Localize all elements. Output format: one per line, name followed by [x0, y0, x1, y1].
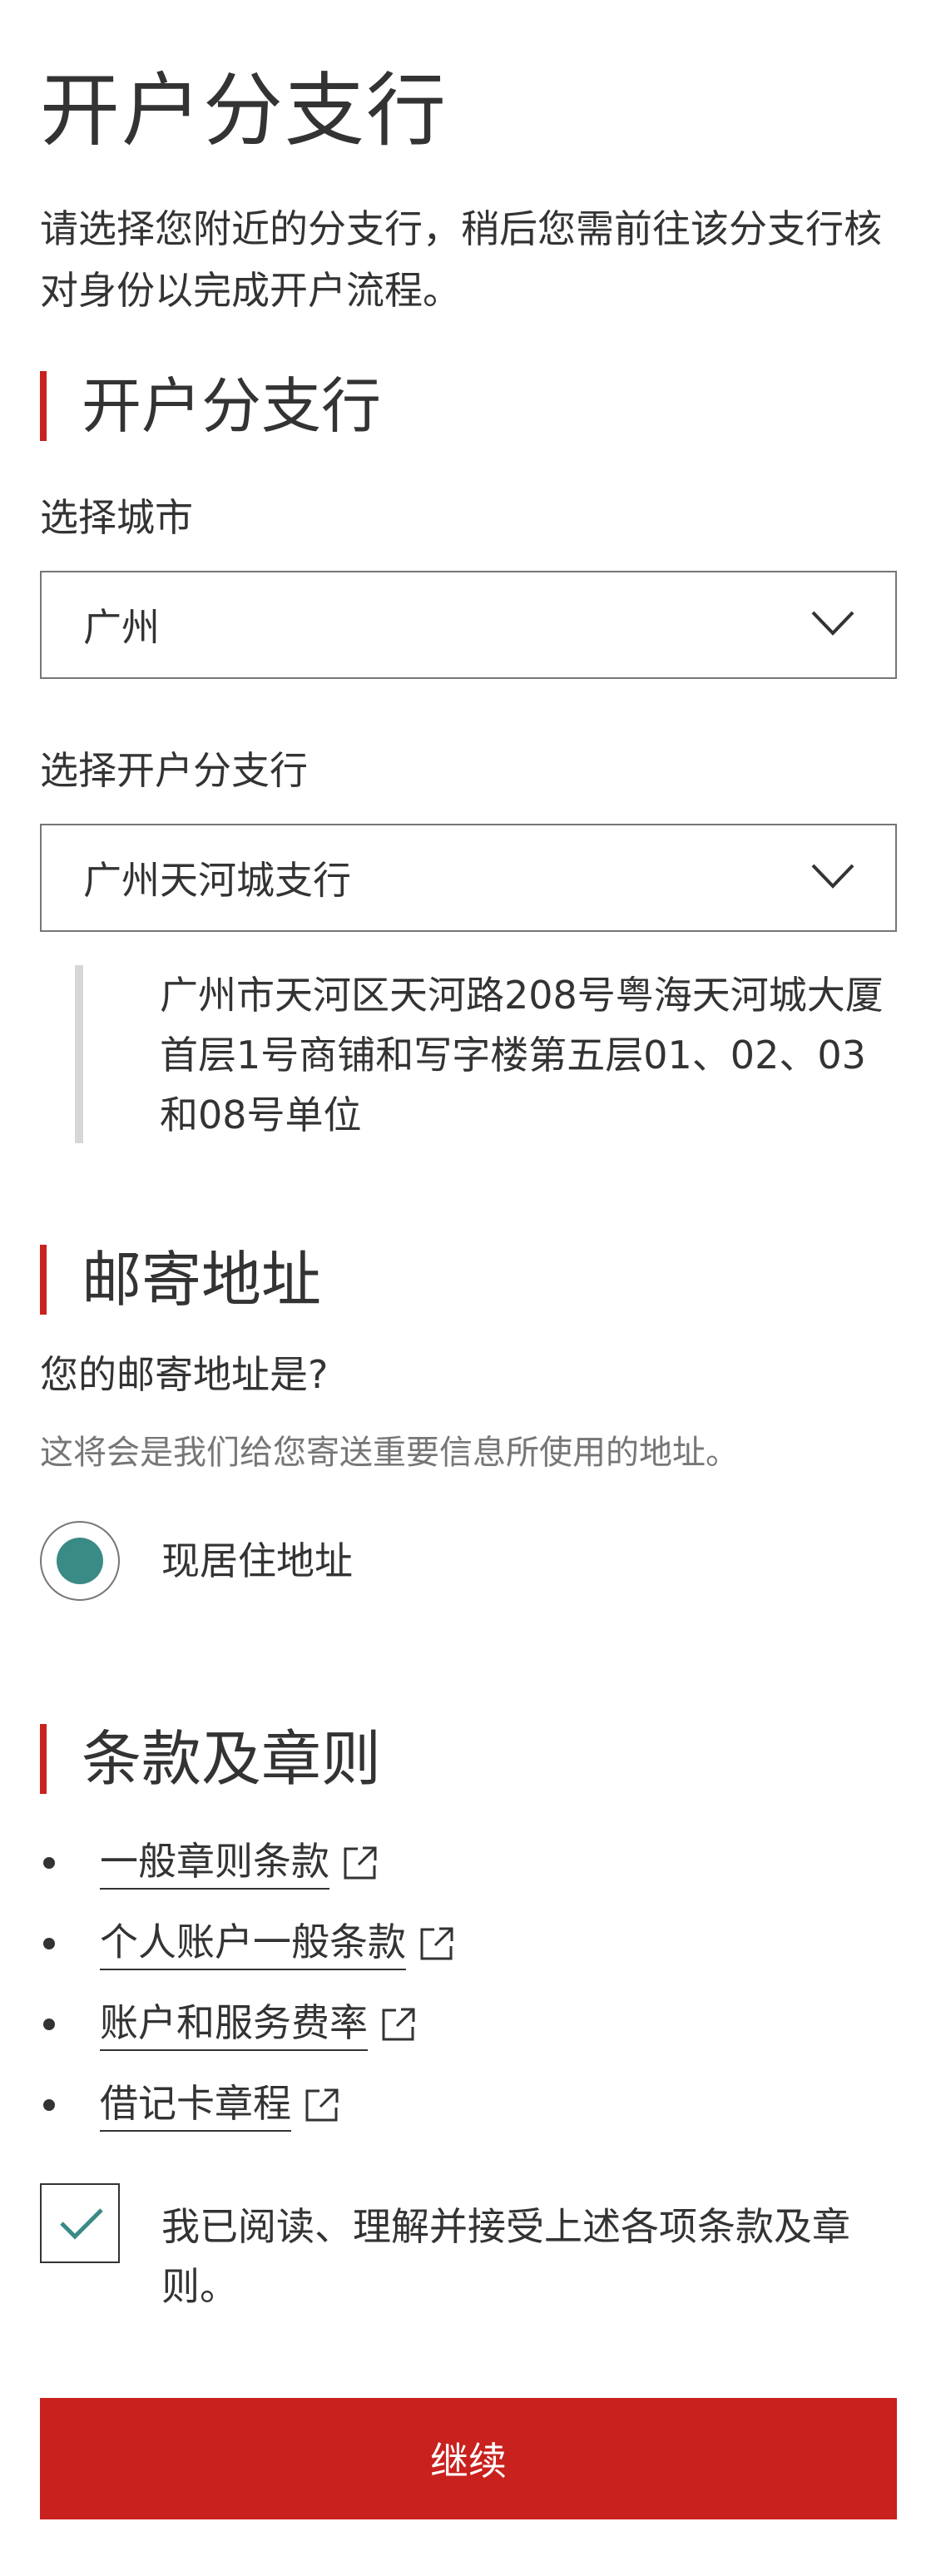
- intro-text: 请选择您附近的分支行，稍后您需前往该分支行核对身份以完成开户流程。: [40, 206, 882, 313]
- general-terms-link[interactable]: 一般章则条款: [100, 1836, 329, 1890]
- mailing-question: 您的邮寄地址是?: [40, 1352, 329, 1397]
- list-item: 个人账户一般条款: [40, 1903, 897, 1984]
- page-title: 开户分支行: [40, 64, 448, 157]
- bullet: [43, 1937, 55, 1949]
- external-link-icon[interactable]: [418, 1925, 456, 1963]
- current-address-radio[interactable]: [40, 1521, 120, 1601]
- branch-address: 广州市天河区天河路208号粤海天河城大厦首层1号商铺和写字楼第五层01、02、0…: [75, 965, 890, 1143]
- bullet: [43, 2018, 55, 2030]
- branch-select-value: 广州天河城支行: [83, 858, 351, 903]
- city-select[interactable]: 广州: [40, 571, 897, 679]
- agree-terms-label[interactable]: 我已阅读、理解并接受上述各项条款及章则。: [161, 2197, 894, 2316]
- account-opening-page: 开户分支行 请选择您附近的分支行，稍后您需前往该分支行核对身份以完成开户流程。 …: [0, 0, 936, 2576]
- city-select-value: 广州: [83, 605, 160, 650]
- radio-selected-dot: [57, 1538, 103, 1584]
- external-link-icon[interactable]: [341, 1844, 379, 1882]
- fees-link[interactable]: 账户和服务费率: [100, 1998, 368, 2051]
- mailing-hint: 这将会是我们给您寄送重要信息所使用的地址。: [40, 1434, 739, 1472]
- chevron-down-icon: [811, 611, 854, 636]
- checkmark-icon: [60, 2208, 103, 2240]
- debit-card-terms-link[interactable]: 借记卡章程: [100, 2078, 291, 2132]
- terms-list: 一般章则条款 个人账户一般条款 账户和服务费率 借记卡章程: [40, 1822, 897, 2145]
- continue-button[interactable]: 继续: [40, 2398, 897, 2519]
- city-label: 选择城市: [40, 495, 193, 540]
- chevron-down-icon: [811, 864, 854, 889]
- mailing-section-heading: 邮寄地址: [40, 1245, 321, 1315]
- external-link-icon[interactable]: [303, 2086, 341, 2124]
- bullet: [43, 1856, 55, 1869]
- branch-select[interactable]: 广州天河城支行: [40, 824, 897, 932]
- agree-terms-checkbox[interactable]: [40, 2183, 120, 2263]
- external-link-icon[interactable]: [379, 2005, 418, 2043]
- list-item: 借记卡章程: [40, 2064, 897, 2145]
- bullet: [43, 2098, 55, 2111]
- list-item: 一般章则条款: [40, 1822, 897, 1903]
- personal-account-terms-link[interactable]: 个人账户一般条款: [100, 1917, 406, 1970]
- branch-section-heading: 开户分支行: [40, 371, 381, 441]
- terms-section-heading: 条款及章则: [40, 1724, 381, 1794]
- list-item: 账户和服务费率: [40, 1984, 897, 2064]
- current-address-label[interactable]: 现居住地址: [161, 1536, 353, 1586]
- branch-label: 选择开户分支行: [40, 748, 308, 793]
